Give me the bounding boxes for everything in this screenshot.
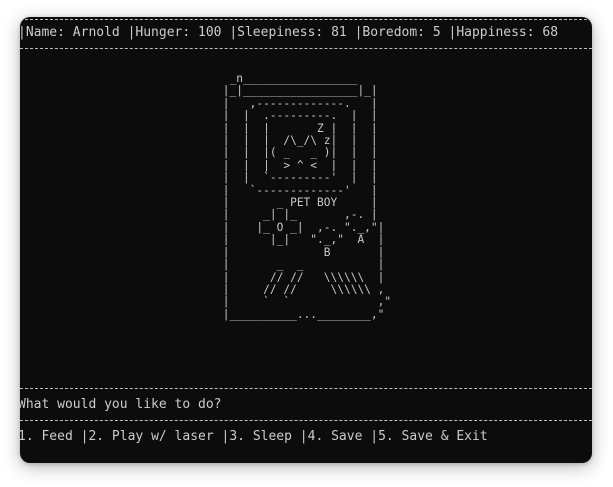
status-sleepiness: Sleepiness: 81 [237, 25, 355, 40]
prompt-text: What would you like to do? [20, 397, 222, 412]
status-happiness: Happiness: 68 [456, 25, 559, 40]
menu-item-save[interactable]: |4. Save [300, 429, 370, 444]
terminal-window[interactable]: |Name: Arnold |Hunger: 100 |Sleepiness: … [20, 17, 592, 463]
menu-item-play-laser[interactable]: |2. Play w/ laser [81, 429, 222, 444]
status-bar: |Name: Arnold |Hunger: 100 |Sleepiness: … [20, 25, 559, 40]
status-bottom-divider [20, 48, 592, 49]
prompt-top-divider [20, 388, 592, 389]
menu-item-feed[interactable]: 1. Feed [20, 429, 81, 444]
action-menu: 1. Feed |2. Play w/ laser |3. Sleep |4. … [20, 429, 488, 445]
menu-item-sleep[interactable]: |3. Sleep [222, 429, 300, 444]
status-hunger: Hunger: 100 [135, 25, 230, 40]
menu-item-save-exit[interactable]: |5. Save & Exit [370, 429, 487, 444]
status-top-divider [20, 19, 592, 20]
status-boredom: Boredom: 5 [362, 25, 449, 40]
menu-top-divider [20, 420, 592, 421]
pet-boy-device-art: _n_________________ |_|_________________… [222, 72, 392, 321]
status-name: Name: Arnold [25, 25, 128, 40]
